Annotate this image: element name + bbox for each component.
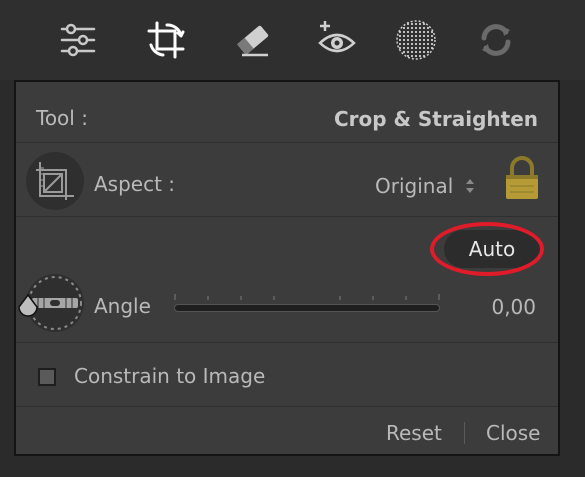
reset-button[interactable]: Reset [386,423,442,443]
crop-panel: Tool : Crop & Straighten Aspect : Origin… [14,80,560,456]
angle-slider-track[interactable] [174,304,440,312]
constrain-label[interactable]: Constrain to Image [74,366,265,386]
angle-value: 0,00 [491,295,536,319]
sync-icon [481,24,511,56]
aspect-select[interactable]: Original [375,176,453,196]
divider [16,216,558,217]
aspect-label: Aspect : [94,172,176,196]
divider [16,342,558,343]
crop-tool-button[interactable] [142,16,190,64]
tool-strip [0,0,585,80]
close-button[interactable]: Close [486,423,540,443]
aspect-icon [26,152,84,210]
sliders-icon [60,23,96,57]
constrain-checkbox[interactable] [38,368,56,386]
angle-label: Angle [94,294,151,318]
footer-separator [464,422,465,444]
auto-button-label: Auto [468,237,516,261]
basic-adjustments-button[interactable] [54,16,102,64]
develop-app: Tool : Crop & Straighten Aspect : Origin… [0,0,585,477]
sync-button[interactable] [472,16,520,64]
red-eye-icon [318,21,356,53]
radial-mask-icon [396,20,436,60]
healing-tool-button[interactable] [229,16,277,64]
tool-name: Crop & Straighten [333,107,538,131]
auto-straighten-button[interactable]: Auto [444,230,540,268]
angle-slider-thumb[interactable] [16,294,40,318]
up-down-chevron-icon[interactable] [464,176,476,196]
divider [16,406,558,407]
red-eye-tool-button[interactable] [313,16,361,64]
slider-ticks [174,294,440,300]
lock-icon[interactable] [502,156,542,200]
masking-tool-button[interactable] [392,16,440,64]
tool-label: Tool : [36,106,88,130]
divider [16,142,558,143]
eraser-icon [237,25,269,57]
crop-rotate-icon [147,21,185,59]
